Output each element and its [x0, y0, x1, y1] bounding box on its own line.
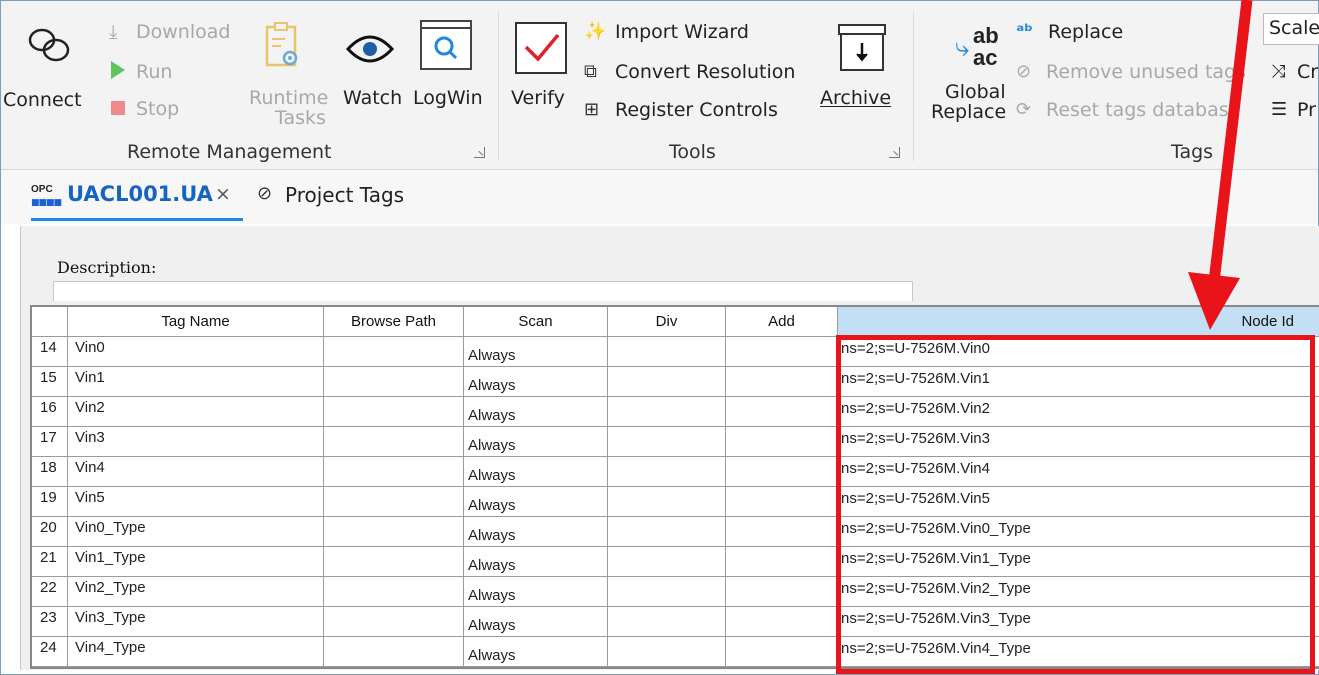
- annotation-highlight-box: [836, 335, 1315, 674]
- annotation-arrow-shaft: [1208, 0, 1253, 283]
- annotation-arrowhead: [1188, 272, 1240, 330]
